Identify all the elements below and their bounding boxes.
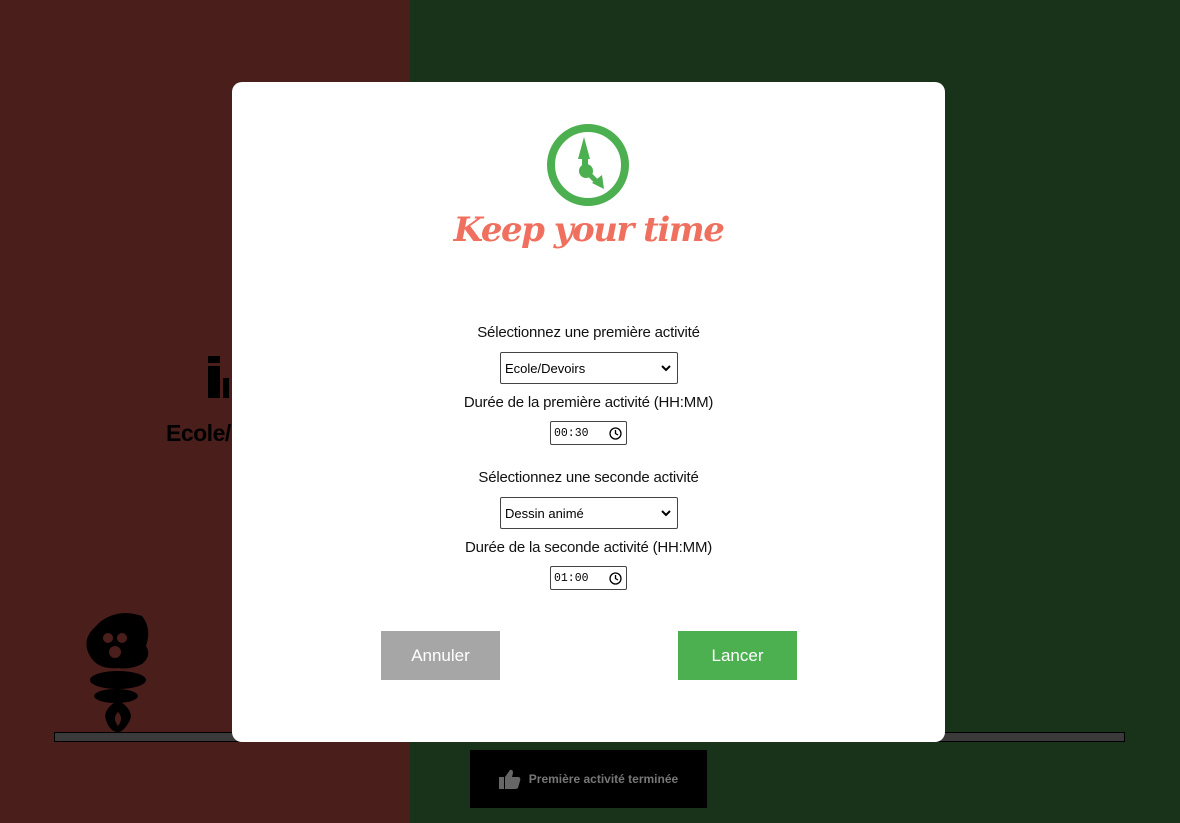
chevron-down-icon [661,510,671,517]
first-activity-value: Ecole/Devoirs [505,360,586,376]
clock-logo-icon [547,124,629,206]
chevron-down-icon [661,365,671,372]
first-duration-label: Durée de la première activité (HH:MM) [463,394,714,411]
done-button-label: Première activité terminée [528,772,679,786]
first-activity-done-button[interactable]: Première activité terminée [470,750,707,808]
clock-icon[interactable] [609,427,622,440]
second-activity-select[interactable]: Dessin animé [500,497,678,529]
first-duration-value: 00:30 [554,426,589,440]
first-activity-select[interactable]: Ecole/Devoirs [500,352,678,384]
second-duration-label: Durée de la seconde activité (HH:MM) [464,539,713,556]
first-activity-label: Sélectionnez une première activité [477,324,700,341]
cancel-button[interactable]: Annuler [381,631,500,680]
second-activity-value: Dessin animé [505,505,584,521]
mascot-icon [86,613,149,732]
thumbs-up-icon [498,769,521,789]
second-duration-input[interactable]: 01:00 [550,566,627,590]
second-duration-value: 01:00 [554,571,589,585]
app-brand-title: Keep your time [453,210,725,250]
clock-icon[interactable] [609,572,622,585]
second-activity-label: Sélectionnez une seconde activité [478,469,699,486]
activity-setup-dialog: Keep your time Sélectionnez une première… [232,82,945,742]
launch-button[interactable]: Lancer [678,631,797,680]
first-duration-input[interactable]: 00:30 [550,421,627,445]
